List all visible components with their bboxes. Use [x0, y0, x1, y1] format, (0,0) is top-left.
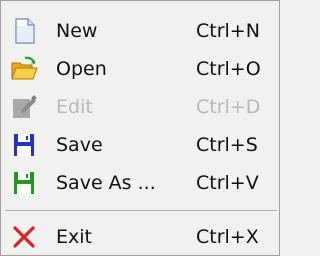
edit-icon: [10, 93, 38, 121]
menu-item-shortcut: Ctrl+V: [196, 172, 259, 194]
menu-item-label: Save As ...: [56, 172, 156, 194]
menu-item-label: Exit: [56, 226, 92, 248]
exit-icon: [10, 223, 38, 251]
menu-item-open[interactable]: Open Ctrl+O: [1, 52, 279, 86]
menu-item-shortcut: Ctrl+S: [196, 134, 258, 156]
menu-item-shortcut: Ctrl+D: [196, 96, 261, 118]
menu-item-shortcut: Ctrl+X: [196, 226, 259, 248]
menu-item-label: New: [56, 20, 98, 42]
menu-item-save-as[interactable]: Save As ... Ctrl+V: [1, 166, 279, 200]
menu-item-label: Open: [56, 58, 107, 80]
new-document-icon: [10, 17, 38, 45]
menu-item-label: Edit: [56, 96, 93, 118]
menu-item-exit[interactable]: Exit Ctrl+X: [1, 220, 279, 254]
menu-item-shortcut: Ctrl+N: [196, 20, 260, 42]
menu-item-label: Save: [56, 134, 103, 156]
menu-item-shortcut: Ctrl+O: [196, 58, 261, 80]
menu-item-new[interactable]: New Ctrl+N: [1, 14, 279, 48]
menu-item-edit: Edit Ctrl+D: [1, 90, 279, 124]
file-menu: New Ctrl+N Open Ctrl+O Edit Ctrl+D Save …: [0, 0, 280, 256]
menu-item-save[interactable]: Save Ctrl+S: [1, 128, 279, 162]
open-folder-icon: [10, 55, 38, 83]
save-as-icon: [10, 169, 38, 197]
save-icon: [10, 131, 38, 159]
menu-separator: [5, 210, 277, 212]
